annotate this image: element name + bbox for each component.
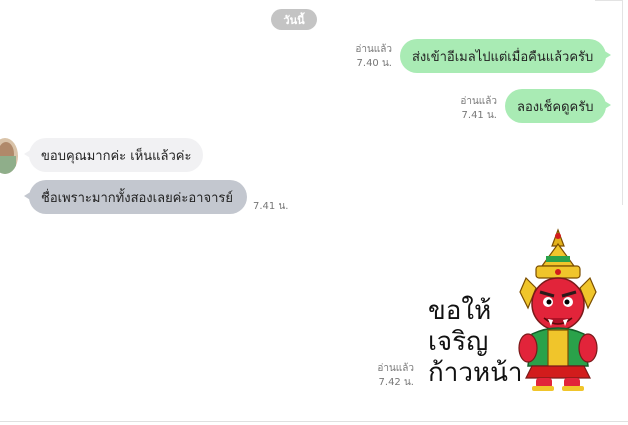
- message-bubble-incoming[interactable]: ขอบคุณมากค่ะ เห็นแล้วค่ะ: [24, 138, 203, 172]
- message-time: 7.41 น.: [253, 201, 289, 212]
- date-separator: วันนี้: [271, 9, 317, 30]
- message-text: ส่งเข้าอีเมลไปแต่เมื่อคืนแล้วครับ: [412, 49, 594, 65]
- sticker-message[interactable]: ขอให้ เจริญ ก้าวหน้า: [428, 226, 608, 392]
- read-status: อ่านแล้ว: [460, 96, 497, 107]
- message-text: ชื่อเพราะมากทั้งสองเลยค่ะอาจารย์: [41, 190, 233, 206]
- chat-window: วันนี้ อ่านแล้ว 7.40 น. ส่งเข้าอีเมลไปแต…: [0, 0, 628, 425]
- read-status: อ่านแล้ว: [377, 363, 414, 374]
- message-text: ลองเช็คดูครับ: [517, 99, 594, 115]
- divider: [622, 0, 623, 205]
- message-meta: อ่านแล้ว 7.42 น.: [368, 362, 414, 390]
- message-time: 7.41 น.: [461, 110, 497, 121]
- sticker-red-giant-icon: [518, 228, 598, 391]
- message-meta: อ่านแล้ว 7.41 น.: [451, 95, 497, 123]
- message-meta: อ่านแล้ว 7.40 น.: [346, 43, 392, 71]
- message-bubble-outgoing[interactable]: ลองเช็คดูครับ: [505, 89, 611, 123]
- message-bubble-outgoing[interactable]: ส่งเข้าอีเมลไปแต่เมื่อคืนแล้วครับ: [400, 39, 611, 73]
- message-bubble-incoming[interactable]: ชื่อเพราะมากทั้งสองเลยค่ะอาจารย์: [24, 180, 247, 214]
- avatar[interactable]: [0, 138, 18, 174]
- message-time: 7.42 น.: [378, 377, 414, 388]
- read-status: อ่านแล้ว: [355, 44, 392, 55]
- message-meta: 7.41 น.: [253, 200, 313, 214]
- message-time: 7.40 น.: [356, 58, 392, 69]
- divider: [595, 0, 623, 1]
- message-text: ขอบคุณมากค่ะ เห็นแล้วค่ะ: [41, 148, 192, 164]
- divider: [0, 421, 628, 422]
